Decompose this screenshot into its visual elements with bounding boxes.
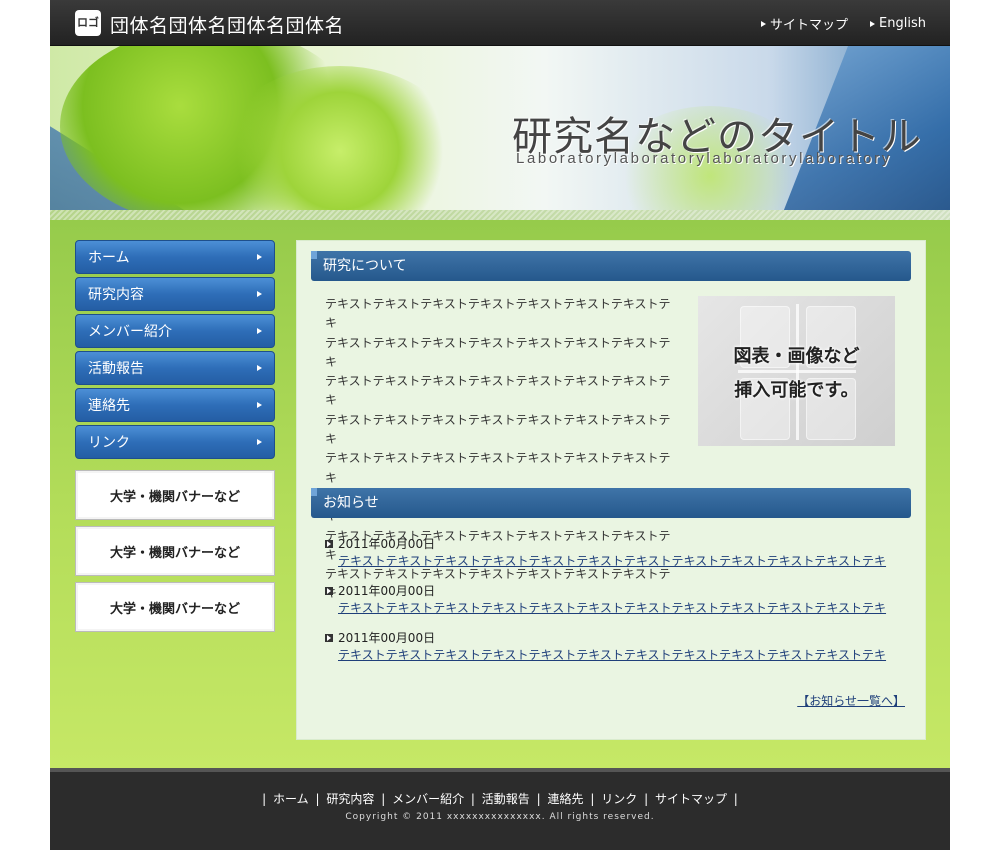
page: ロゴ 団体名団体名団体名団体名 サイトマップ English 研究名などのタイト… bbox=[50, 0, 950, 850]
footer-separator: | bbox=[536, 792, 541, 806]
triangle-right-icon bbox=[870, 20, 876, 27]
triangle-right-icon bbox=[257, 254, 262, 260]
english-link[interactable]: English bbox=[870, 14, 926, 33]
list-item: 2011年00月00日 テキストテキストテキストテキストテキストテキストテキスト… bbox=[325, 629, 895, 664]
news-date-label: 2011年00月00日 bbox=[338, 631, 436, 645]
footer-link-links[interactable]: リンク bbox=[601, 792, 637, 806]
english-link-label: English bbox=[879, 16, 926, 31]
sidebar-item-label: リンク bbox=[88, 435, 130, 451]
sidebar-item-label: 研究内容 bbox=[88, 287, 144, 303]
sidebar-item-home[interactable]: ホーム bbox=[75, 240, 275, 274]
news-date: 2011年00月00日 bbox=[325, 535, 895, 552]
footer-link-members[interactable]: メンバー紹介 bbox=[392, 792, 464, 806]
diagram-axis bbox=[738, 370, 856, 373]
news-date-label: 2011年00月00日 bbox=[338, 537, 436, 551]
sidebar-item-links[interactable]: リンク bbox=[75, 425, 275, 459]
news-date-label: 2011年00月00日 bbox=[338, 584, 436, 598]
university-banner[interactable]: 大学・機関バナーなど bbox=[75, 582, 275, 632]
university-banner[interactable]: 大学・機関バナーなど bbox=[75, 526, 275, 576]
hero-leaf-shape bbox=[220, 66, 460, 220]
footer-link-home[interactable]: ホーム bbox=[273, 792, 309, 806]
about-text-line: テキストテキストテキストテキストテキストテキストテキストテキ bbox=[325, 335, 671, 369]
hero-subtitle: Laboratorylaboratorylaboratorylaboratory bbox=[516, 150, 892, 167]
sidebar-item-label: メンバー紹介 bbox=[88, 324, 172, 340]
about-text-line: テキストテキストテキストテキストテキストテキストテキストテキ bbox=[325, 412, 671, 447]
footer-separator: | bbox=[470, 792, 475, 806]
sidebar-nav: ホーム 研究内容 メンバー紹介 活動報告 連絡先 リンク bbox=[75, 240, 275, 462]
image-caption-line2: 挿入可能です。 bbox=[734, 380, 859, 401]
footer-link-sitemap[interactable]: サイトマップ bbox=[655, 792, 727, 806]
sidebar-item-label: 活動報告 bbox=[88, 361, 144, 377]
triangle-right-icon bbox=[257, 328, 262, 334]
triangle-right-icon bbox=[257, 365, 262, 371]
sidebar-item-research[interactable]: 研究内容 bbox=[75, 277, 275, 311]
triangle-right-icon bbox=[257, 402, 262, 408]
footer-link-research[interactable]: 研究内容 bbox=[326, 792, 374, 806]
news-list-link[interactable]: 【お知らせ一覧へ】 bbox=[797, 692, 905, 709]
sitemap-link-label: サイトマップ bbox=[770, 18, 849, 33]
news-date: 2011年00月00日 bbox=[325, 582, 895, 599]
list-item: 2011年00月00日 テキストテキストテキストテキストテキストテキストテキスト… bbox=[325, 535, 895, 570]
sidebar-banners: 大学・機関バナーなど 大学・機関バナーなど 大学・機関バナーなど bbox=[75, 470, 275, 638]
copyright-text: Copyright © 2011 xxxxxxxxxxxxxxx. All ri… bbox=[345, 812, 655, 822]
sidebar-item-label: ホーム bbox=[88, 250, 130, 266]
footer-separator: | bbox=[315, 792, 320, 806]
bullet-icon bbox=[325, 633, 333, 642]
main-content: 研究について テキストテキストテキストテキストテキストテキストテキストテキ テキ… bbox=[296, 240, 926, 740]
sidebar-item-members[interactable]: メンバー紹介 bbox=[75, 314, 275, 348]
footer-separator: | bbox=[590, 792, 595, 806]
image-caption-line1: 図表・画像など bbox=[733, 346, 860, 367]
triangle-right-icon bbox=[257, 439, 262, 445]
about-text-line: テキストテキストテキストテキストテキストテキストテキストテキ bbox=[325, 451, 671, 485]
news-link[interactable]: テキストテキストテキストテキストテキストテキストテキストテキストテキストテキスト… bbox=[325, 599, 895, 617]
hero-bottom-stripe bbox=[50, 210, 950, 220]
bullet-icon bbox=[325, 539, 333, 548]
footer-separator: | bbox=[644, 792, 649, 806]
sidebar-item-label: 連絡先 bbox=[88, 398, 130, 414]
organization-name[interactable]: 団体名団体名団体名団体名 bbox=[110, 11, 344, 38]
section-heading-about: 研究について bbox=[311, 251, 911, 281]
news-link[interactable]: テキストテキストテキストテキストテキストテキストテキストテキストテキストテキスト… bbox=[325, 552, 895, 570]
footer-separator: | bbox=[733, 792, 738, 806]
footer-links: | ホーム | 研究内容 | メンバー紹介 | 活動報告 | 連絡先 | リンク… bbox=[50, 790, 950, 807]
news-date: 2011年00月00日 bbox=[325, 629, 895, 646]
site-header: ロゴ 団体名団体名団体名団体名 サイトマップ English bbox=[50, 0, 950, 46]
list-item: 2011年00月00日 テキストテキストテキストテキストテキストテキストテキスト… bbox=[325, 582, 895, 617]
sidebar-item-activity[interactable]: 活動報告 bbox=[75, 351, 275, 385]
triangle-right-icon bbox=[761, 20, 767, 27]
footer-separator: | bbox=[262, 792, 267, 806]
hero-banner: 研究名などのタイトル Laboratorylaboratorylaborator… bbox=[50, 46, 950, 220]
footer-separator: | bbox=[381, 792, 386, 806]
triangle-right-icon bbox=[257, 291, 262, 297]
logo[interactable]: ロゴ bbox=[75, 10, 101, 36]
university-banner[interactable]: 大学・機関バナーなど bbox=[75, 470, 275, 520]
news-list: 2011年00月00日 テキストテキストテキストテキストテキストテキストテキスト… bbox=[325, 535, 895, 676]
sidebar-item-contact[interactable]: 連絡先 bbox=[75, 388, 275, 422]
footer-link-activity[interactable]: 活動報告 bbox=[482, 792, 530, 806]
bullet-icon bbox=[325, 586, 333, 595]
header-links: サイトマップ English bbox=[761, 14, 926, 33]
footer-link-contact[interactable]: 連絡先 bbox=[548, 792, 584, 806]
about-text-line: テキストテキストテキストテキストテキストテキストテキストテキ bbox=[325, 374, 671, 408]
about-text-line: テキストテキストテキストテキストテキストテキストテキストテキ bbox=[325, 297, 671, 331]
sitemap-link[interactable]: サイトマップ bbox=[761, 14, 848, 33]
news-link[interactable]: テキストテキストテキストテキストテキストテキストテキストテキストテキストテキスト… bbox=[325, 646, 895, 664]
site-footer: | ホーム | 研究内容 | メンバー紹介 | 活動報告 | 連絡先 | リンク… bbox=[50, 768, 950, 850]
about-image-placeholder: 図表・画像など 挿入可能です。 bbox=[698, 296, 895, 446]
section-heading-news: お知らせ bbox=[311, 488, 911, 518]
